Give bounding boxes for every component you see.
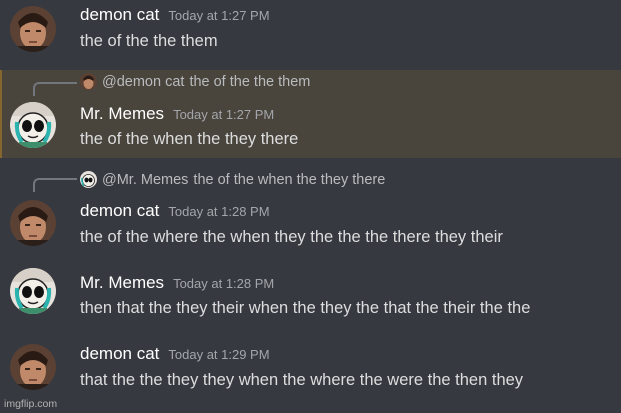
message-text: the of the when the they there	[80, 130, 299, 148]
reply-text: the of the the them	[189, 73, 311, 90]
message-item: demon cat Today at 1:29 PM that the the …	[0, 336, 621, 413]
message-text: that the the they they when the where th…	[80, 371, 524, 389]
username[interactable]: Mr. Memes	[80, 273, 164, 293]
reply-connector-line	[33, 82, 77, 96]
username[interactable]: demon cat	[80, 344, 159, 364]
mr-memes-avatar-icon[interactable]	[10, 268, 56, 314]
demon-cat-avatar-icon[interactable]	[10, 344, 56, 390]
timestamp: Today at 1:28 PM	[168, 204, 270, 219]
message-text: the of the where the when they the the t…	[80, 228, 503, 246]
chat-log: demon cat Today at 1:27 PM the of the th…	[0, 0, 621, 413]
reply-username[interactable]: @demon cat	[102, 74, 184, 90]
demon-cat-avatar-icon[interactable]	[10, 200, 56, 246]
timestamp: Today at 1:27 PM	[173, 107, 275, 122]
message-item-highlighted: @demon cat the of the the them Mr. Memes…	[0, 70, 621, 158]
reply-text: the of the when the they there	[193, 171, 386, 188]
message-text: the of the the them	[80, 32, 218, 50]
reply-avatar-icon	[80, 171, 97, 188]
message-item: @Mr. Memes the of the when the they ther…	[0, 166, 621, 256]
reply-preview[interactable]: @Mr. Memes the of the when the they ther…	[80, 171, 385, 188]
username[interactable]: demon cat	[80, 5, 159, 25]
username[interactable]: demon cat	[80, 201, 159, 221]
timestamp: Today at 1:29 PM	[168, 347, 270, 362]
mr-memes-avatar-icon[interactable]	[10, 102, 56, 148]
message-text: then that the they their when the they t…	[80, 299, 531, 317]
reply-avatar-icon	[80, 73, 97, 90]
message-item: demon cat Today at 1:27 PM the of the th…	[0, 0, 621, 70]
watermark: imgflip.com	[4, 398, 58, 410]
username[interactable]: Mr. Memes	[80, 104, 164, 124]
timestamp: Today at 1:27 PM	[168, 8, 270, 23]
timestamp: Today at 1:28 PM	[173, 276, 275, 291]
demon-cat-avatar-icon[interactable]	[10, 6, 56, 52]
message-item: Mr. Memes Today at 1:28 PM then that the…	[0, 264, 621, 334]
reply-preview[interactable]: @demon cat the of the the them	[80, 73, 310, 90]
reply-username[interactable]: @Mr. Memes	[102, 172, 188, 188]
reply-connector-line	[33, 178, 77, 192]
